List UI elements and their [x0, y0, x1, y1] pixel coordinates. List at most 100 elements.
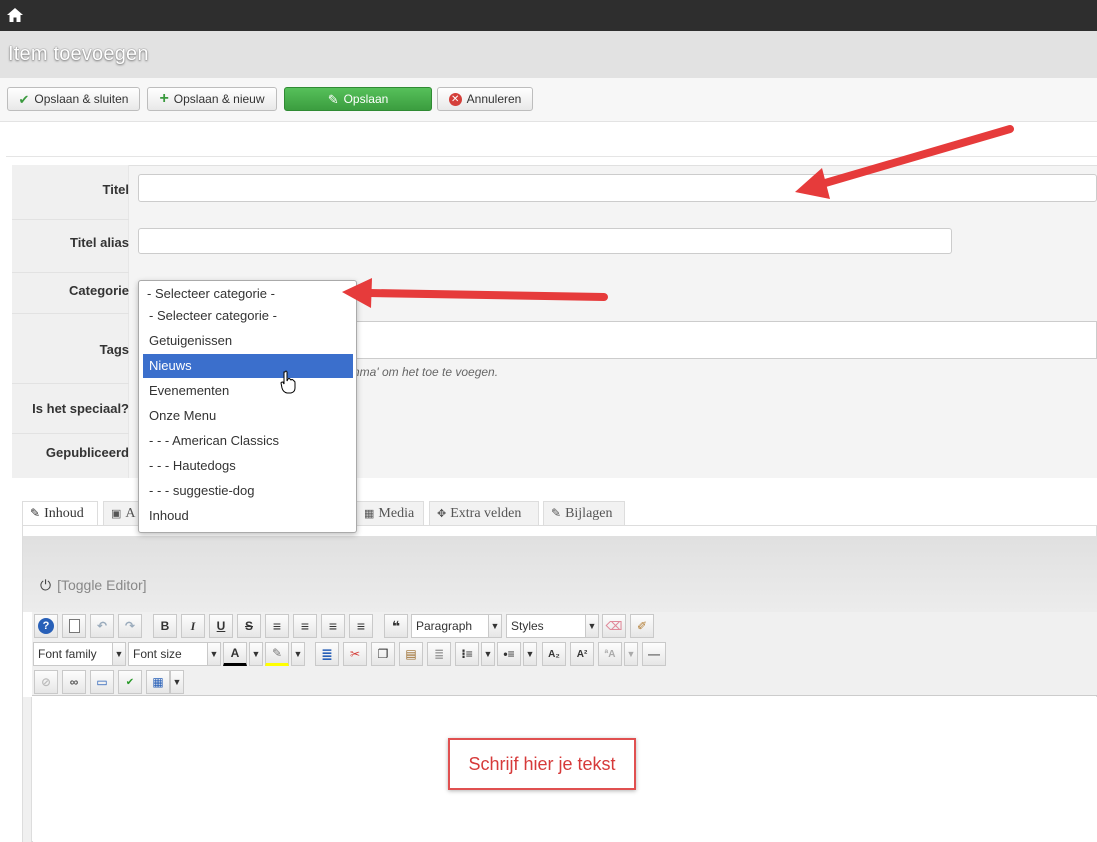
spellcheck-icon[interactable]: ✔ [118, 670, 142, 694]
film-icon: ▦ [364, 508, 375, 520]
row-divider [12, 272, 129, 273]
tab-second-label: A [125, 505, 136, 521]
align-left-icon[interactable]: ≡ [321, 614, 345, 638]
category-option[interactable]: Inhoud [143, 504, 353, 528]
write-here-callout: Schrijf hier je tekst [448, 738, 636, 790]
strikethrough-icon[interactable]: S [237, 614, 261, 638]
bold-icon[interactable]: B [153, 614, 177, 638]
row-divider [12, 313, 129, 314]
italic-icon[interactable]: I [181, 614, 205, 638]
tab-media[interactable]: ▦ Media [356, 501, 424, 525]
save-new-label: Opslaan & nieuw [173, 92, 265, 106]
eraser-icon[interactable]: ⌫ [602, 614, 626, 638]
paragraph-select[interactable]: Paragraph [411, 614, 489, 638]
title-input[interactable] [138, 174, 1097, 202]
chevron-down-icon[interactable]: ▼ [170, 670, 184, 694]
chevron-down-icon[interactable]: ▼ [523, 642, 537, 666]
category-option[interactable]: - - - American Classics [143, 429, 353, 453]
bullet-list-icon[interactable]: •≡ [497, 642, 521, 666]
toggle-editor-button[interactable]: ⏻ [Toggle Editor] [40, 577, 147, 594]
save-new-button[interactable]: + Opslaan & nieuw [147, 87, 277, 111]
alias-label: Titel alias [69, 235, 129, 250]
tab-extra-velden[interactable]: ✥ Extra velden [429, 501, 539, 525]
image-icon: ▣ [111, 508, 122, 520]
tab-inhoud-label: Inhoud [44, 505, 84, 521]
category-option[interactable]: Onze Menu [143, 404, 353, 428]
paste-icon[interactable]: ▤ [399, 642, 423, 666]
copy-icon[interactable]: ❐ [371, 642, 395, 666]
puzzle-icon: ✥ [437, 508, 447, 520]
subscript-icon[interactable]: A₂ [542, 642, 566, 666]
save-label: Opslaan [343, 92, 389, 106]
tab-second[interactable]: ▣ A [103, 501, 143, 525]
hand-cursor-icon [280, 370, 296, 394]
chevron-down-icon[interactable]: ▼ [488, 614, 502, 638]
category-option[interactable]: Nieuws [143, 354, 353, 378]
chevron-down-icon[interactable]: ▼ [291, 642, 305, 666]
page-title: Item toevoegen [8, 43, 149, 65]
tags-label: Tags [99, 342, 129, 357]
save-close-label: Opslaan & sluiten [34, 92, 129, 106]
align-right-icon[interactable]: ≡ [349, 614, 373, 638]
underline-icon[interactable]: U [209, 614, 233, 638]
chevron-down-icon[interactable]: ▼ [585, 614, 599, 638]
outdent-icon[interactable]: ≣ [427, 642, 451, 666]
title-label: Titel [102, 182, 130, 197]
font-size-select[interactable]: Font size [128, 642, 208, 666]
cut-icon[interactable]: ✂ [343, 642, 367, 666]
row-divider [12, 383, 129, 384]
row-divider [12, 433, 129, 434]
cancel-label: Annuleren [466, 92, 522, 106]
category-option[interactable]: - - - Hautedogs [143, 454, 353, 478]
cleanup-broom-icon[interactable]: ✐ [630, 614, 654, 638]
chevron-down-icon[interactable]: ▼ [112, 642, 126, 666]
edit-icon: ✎ [327, 91, 339, 107]
styles-select[interactable]: Styles [506, 614, 586, 638]
home-icon[interactable] [6, 6, 24, 24]
indent-icon[interactable]: ≣ [315, 642, 339, 666]
power-icon: ⏻ [40, 577, 52, 593]
category-option[interactable]: - Selecteer categorie - [143, 304, 353, 328]
category-selected-value[interactable]: - Selecteer categorie - [147, 286, 275, 301]
category-option[interactable]: Evenementen [143, 379, 353, 403]
save-button[interactable]: ✎ Opslaan [284, 87, 432, 111]
help-icon[interactable]: ? [34, 614, 58, 638]
category-option[interactable]: Getuigenissen [143, 329, 353, 353]
text-color-icon[interactable]: A [223, 642, 247, 666]
alias-input[interactable] [138, 228, 952, 254]
paperclip-icon: ✎ [551, 506, 562, 520]
font-family-select[interactable]: Font family [33, 642, 113, 666]
top-navbar [0, 0, 1097, 31]
tab-inhoud[interactable]: ✎ Inhoud [22, 501, 98, 525]
new-document-icon[interactable] [62, 614, 86, 638]
tab-bijlagen[interactable]: ✎ Bijlagen [543, 501, 625, 525]
link-icon[interactable]: ∞ [62, 670, 86, 694]
cancel-button[interactable]: ✕ Annuleren [437, 87, 533, 111]
special-label: Is het speciaal? [32, 401, 129, 416]
superscript-icon[interactable]: A² [570, 642, 594, 666]
undo-icon[interactable]: ↶ [90, 614, 114, 638]
horizontal-rule-icon[interactable]: — [642, 642, 666, 666]
blockquote-icon[interactable]: ❝ [384, 614, 408, 638]
chevron-down-icon[interactable]: ▼ [207, 642, 221, 666]
save-close-button[interactable]: ✔ Opslaan & sluiten [7, 87, 140, 111]
align-center-icon[interactable]: ≡ [293, 614, 317, 638]
page-header [0, 31, 1097, 78]
category-option[interactable]: - - - suggestie-dog [143, 479, 353, 503]
chevron-down-icon[interactable]: ▼ [624, 642, 638, 666]
row-divider [12, 219, 129, 220]
highlight-color-icon[interactable]: ✎ [265, 642, 289, 666]
table-icon[interactable]: ▦ [146, 670, 170, 694]
published-label: Gepubliceerd [45, 445, 129, 460]
redo-icon[interactable]: ↷ [118, 614, 142, 638]
image-icon[interactable]: ▭ [90, 670, 114, 694]
unlink-icon[interactable]: ⊘ [34, 670, 58, 694]
toggle-editor-label: [Toggle Editor] [57, 577, 147, 593]
numbered-list-icon[interactable]: ⁝≡ [455, 642, 479, 666]
chevron-down-icon[interactable]: ▼ [481, 642, 495, 666]
align-justify-icon[interactable]: ≡ [265, 614, 289, 638]
character-map-icon[interactable]: ªA [598, 642, 622, 666]
tags-input[interactable] [338, 321, 1097, 359]
chevron-down-icon[interactable]: ▼ [249, 642, 263, 666]
label-column [12, 165, 129, 478]
